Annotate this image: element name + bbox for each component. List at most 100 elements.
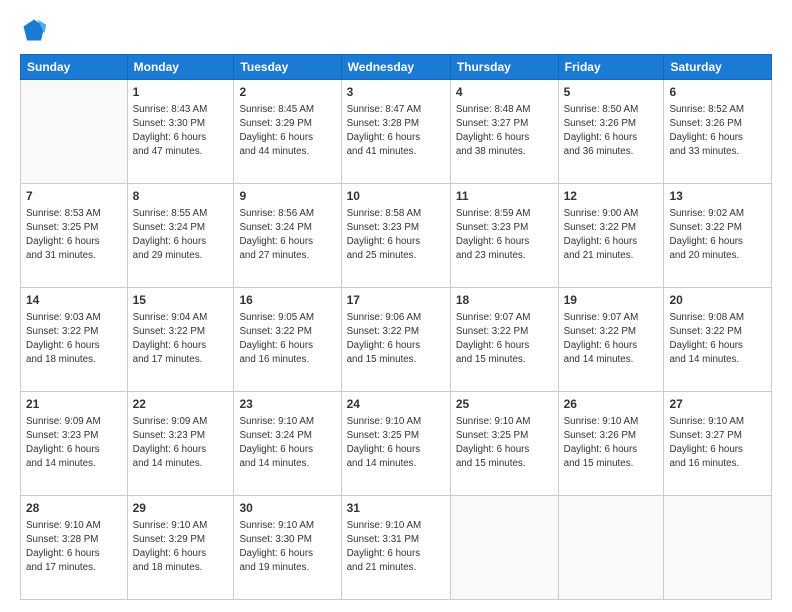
day-info: Sunrise: 9:10 AMSunset: 3:30 PMDaylight:… xyxy=(239,519,335,576)
day-cell: 26 Sunrise: 9:10 AMSunset: 3:26 PMDayligh… xyxy=(558,392,664,496)
day-cell: 22Sunrise: 9:09 AMSunset: 3:23 PMDayligh… xyxy=(127,392,234,496)
day-info: Sunrise: 9:10 AMSunset: 3:24 PMDaylight:… xyxy=(239,415,335,472)
logo-icon xyxy=(20,16,48,44)
day-cell: 13 Sunrise: 9:02 AMSunset: 3:22 PMDayligh… xyxy=(664,184,772,288)
day-number: 17 xyxy=(347,292,445,309)
day-cell: 30 Sunrise: 9:10 AMSunset: 3:30 PMDayligh… xyxy=(234,496,341,600)
day-number: 8 xyxy=(133,188,229,205)
day-number: 18 xyxy=(456,292,553,309)
day-number: 2 xyxy=(239,84,335,101)
header-day-friday: Friday xyxy=(558,55,664,80)
day-info: Sunrise: 9:08 AMSunset: 3:22 PMDaylight:… xyxy=(669,311,766,368)
day-info: Sunrise: 8:58 AMSunset: 3:23 PMDaylight:… xyxy=(347,207,445,264)
day-number: 28 xyxy=(26,500,122,517)
day-cell: 4 Sunrise: 8:48 AMSunset: 3:27 PMDaylight… xyxy=(450,80,558,184)
day-info: Sunrise: 9:03 AMSunset: 3:22 PMDaylight:… xyxy=(26,311,122,368)
day-number: 10 xyxy=(347,188,445,205)
header-day-saturday: Saturday xyxy=(664,55,772,80)
day-cell: 8 Sunrise: 8:55 AMSunset: 3:24 PMDaylight… xyxy=(127,184,234,288)
day-info: Sunrise: 9:02 AMSunset: 3:22 PMDaylight:… xyxy=(669,207,766,264)
day-cell: 2 Sunrise: 8:45 AMSunset: 3:29 PMDaylight… xyxy=(234,80,341,184)
day-info: Sunrise: 9:10 AMSunset: 3:29 PMDaylight:… xyxy=(133,519,229,576)
day-cell: 23 Sunrise: 9:10 AMSunset: 3:24 PMDayligh… xyxy=(234,392,341,496)
day-cell: 28 Sunrise: 9:10 AMSunset: 3:28 PMDayligh… xyxy=(21,496,128,600)
day-cell: 27 Sunrise: 9:10 AMSunset: 3:27 PMDayligh… xyxy=(664,392,772,496)
day-number: 21 xyxy=(26,396,122,413)
day-number: 26 xyxy=(564,396,659,413)
day-cell: 15 Sunrise: 9:04 AMSunset: 3:22 PMDayligh… xyxy=(127,288,234,392)
day-info: Sunrise: 9:10 AMSunset: 3:27 PMDaylight:… xyxy=(669,415,766,472)
day-cell: 20 Sunrise: 9:08 AMSunset: 3:22 PMDayligh… xyxy=(664,288,772,392)
day-cell xyxy=(558,496,664,600)
day-info: Sunrise: 8:55 AMSunset: 3:24 PMDaylight:… xyxy=(133,207,229,264)
day-info: Sunrise: 9:09 AMSunset: 3:23 PMDaylight:… xyxy=(133,415,229,472)
day-cell: 16Sunrise: 9:05 AMSunset: 3:22 PMDayligh… xyxy=(234,288,341,392)
day-cell: 19 Sunrise: 9:07 AMSunset: 3:22 PMDayligh… xyxy=(558,288,664,392)
header-day-wednesday: Wednesday xyxy=(341,55,450,80)
day-number: 31 xyxy=(347,500,445,517)
header xyxy=(20,16,772,44)
day-number: 7 xyxy=(26,188,122,205)
calendar-header: SundayMondayTuesdayWednesdayThursdayFrid… xyxy=(21,55,772,80)
day-number: 29 xyxy=(133,500,229,517)
day-cell: 14Sunrise: 9:03 AMSunset: 3:22 PMDayligh… xyxy=(21,288,128,392)
logo xyxy=(20,16,52,44)
day-info: Sunrise: 9:07 AMSunset: 3:22 PMDaylight:… xyxy=(564,311,659,368)
day-cell: 21Sunrise: 9:09 AMSunset: 3:23 PMDayligh… xyxy=(21,392,128,496)
day-info: Sunrise: 9:00 AMSunset: 3:22 PMDaylight:… xyxy=(564,207,659,264)
day-info: Sunrise: 9:04 AMSunset: 3:22 PMDaylight:… xyxy=(133,311,229,368)
day-info: Sunrise: 9:10 AMSunset: 3:26 PMDaylight:… xyxy=(564,415,659,472)
day-cell: 25 Sunrise: 9:10 AMSunset: 3:25 PMDayligh… xyxy=(450,392,558,496)
calendar-table: SundayMondayTuesdayWednesdayThursdayFrid… xyxy=(20,54,772,600)
day-number: 12 xyxy=(564,188,659,205)
day-number: 6 xyxy=(669,84,766,101)
week-row-0: 1Sunrise: 8:43 AMSunset: 3:30 PMDaylight… xyxy=(21,80,772,184)
day-info: Sunrise: 8:56 AMSunset: 3:24 PMDaylight:… xyxy=(239,207,335,264)
header-day-thursday: Thursday xyxy=(450,55,558,80)
day-info: Sunrise: 9:10 AMSunset: 3:28 PMDaylight:… xyxy=(26,519,122,576)
day-cell: 10 Sunrise: 8:58 AMSunset: 3:23 PMDayligh… xyxy=(341,184,450,288)
day-number: 19 xyxy=(564,292,659,309)
day-info: Sunrise: 8:48 AMSunset: 3:27 PMDaylight:… xyxy=(456,103,553,160)
day-cell xyxy=(664,496,772,600)
day-number: 25 xyxy=(456,396,553,413)
day-cell: 3Sunrise: 8:47 AMSunset: 3:28 PMDaylight… xyxy=(341,80,450,184)
week-row-4: 28 Sunrise: 9:10 AMSunset: 3:28 PMDayligh… xyxy=(21,496,772,600)
header-day-sunday: Sunday xyxy=(21,55,128,80)
day-info: Sunrise: 9:10 AMSunset: 3:31 PMDaylight:… xyxy=(347,519,445,576)
week-row-1: 7Sunrise: 8:53 AMSunset: 3:25 PMDaylight… xyxy=(21,184,772,288)
header-day-monday: Monday xyxy=(127,55,234,80)
day-cell: 9 Sunrise: 8:56 AMSunset: 3:24 PMDaylight… xyxy=(234,184,341,288)
day-cell: 6Sunrise: 8:52 AMSunset: 3:26 PMDaylight… xyxy=(664,80,772,184)
page: SundayMondayTuesdayWednesdayThursdayFrid… xyxy=(0,0,792,612)
day-cell: 29 Sunrise: 9:10 AMSunset: 3:29 PMDayligh… xyxy=(127,496,234,600)
week-row-3: 21 Sunrise: 9:09 AMSunset: 3:23 PMDayligh… xyxy=(21,392,772,496)
day-number: 13 xyxy=(669,188,766,205)
day-number: 20 xyxy=(669,292,766,309)
day-info: Sunrise: 8:47 AMSunset: 3:28 PMDaylight:… xyxy=(347,103,445,160)
day-cell: 24Sunrise: 9:10 AMSunset: 3:25 PMDayligh… xyxy=(341,392,450,496)
day-cell: 18 Sunrise: 9:07 AMSunset: 3:22 PMDayligh… xyxy=(450,288,558,392)
day-cell xyxy=(21,80,128,184)
day-number: 9 xyxy=(239,188,335,205)
day-info: Sunrise: 9:10 AMSunset: 3:25 PMDaylight:… xyxy=(456,415,553,472)
day-cell xyxy=(450,496,558,600)
day-info: Sunrise: 9:07 AMSunset: 3:22 PMDaylight:… xyxy=(456,311,553,368)
day-number: 5 xyxy=(564,84,659,101)
day-number: 30 xyxy=(239,500,335,517)
day-cell: 5 Sunrise: 8:50 AMSunset: 3:26 PMDaylight… xyxy=(558,80,664,184)
day-number: 23 xyxy=(239,396,335,413)
day-info: Sunrise: 9:06 AMSunset: 3:22 PMDaylight:… xyxy=(347,311,445,368)
day-info: Sunrise: 8:45 AMSunset: 3:29 PMDaylight:… xyxy=(239,103,335,160)
day-info: Sunrise: 8:59 AMSunset: 3:23 PMDaylight:… xyxy=(456,207,553,264)
header-day-tuesday: Tuesday xyxy=(234,55,341,80)
calendar-body: 1Sunrise: 8:43 AMSunset: 3:30 PMDaylight… xyxy=(21,80,772,600)
day-number: 16 xyxy=(239,292,335,309)
day-number: 15 xyxy=(133,292,229,309)
day-number: 27 xyxy=(669,396,766,413)
day-info: Sunrise: 9:10 AMSunset: 3:25 PMDaylight:… xyxy=(347,415,445,472)
day-info: Sunrise: 8:50 AMSunset: 3:26 PMDaylight:… xyxy=(564,103,659,160)
day-cell: 1Sunrise: 8:43 AMSunset: 3:30 PMDaylight… xyxy=(127,80,234,184)
header-row: SundayMondayTuesdayWednesdayThursdayFrid… xyxy=(21,55,772,80)
day-number: 4 xyxy=(456,84,553,101)
